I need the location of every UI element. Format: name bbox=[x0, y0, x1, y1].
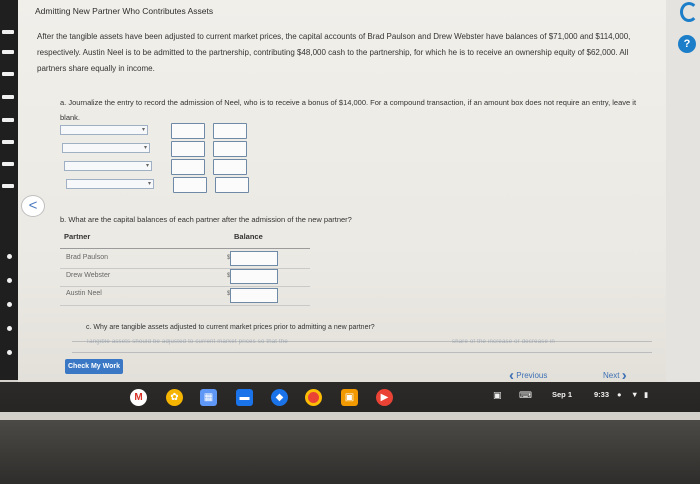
chevron-down-icon: ▾ bbox=[143, 145, 147, 151]
credit-input[interactable] bbox=[213, 141, 247, 157]
back-button[interactable]: < bbox=[21, 195, 45, 217]
part-c-prompt: c. Why are tangible assets adjusted to c… bbox=[86, 324, 375, 331]
account-select[interactable]: ▾ bbox=[66, 179, 154, 189]
chevron-down-icon: ▾ bbox=[145, 163, 149, 169]
taskbar: M ✿ ▦ ▬ ◆ ▣ ▶ ▣ ⌨ Sep 1 9:33 ● ▼ ▮ bbox=[0, 382, 700, 412]
account-select[interactable]: ▾ bbox=[64, 161, 152, 171]
answer-text-left: Tangible assets should be adjusted to cu… bbox=[86, 339, 288, 345]
row-divider bbox=[60, 305, 310, 306]
strip-tick bbox=[2, 140, 14, 144]
page-title: Admitting New Partner Who Contributes As… bbox=[35, 6, 214, 16]
journal-row: ▾ bbox=[60, 159, 260, 175]
part-b-prompt: b. What are the capital balances of each… bbox=[60, 215, 352, 224]
balance-input-drew-webster[interactable] bbox=[230, 269, 278, 284]
strip-tick bbox=[2, 95, 14, 99]
progress-ring-icon bbox=[680, 2, 698, 22]
location-icon[interactable]: ◆ bbox=[271, 389, 288, 406]
credit-input[interactable] bbox=[213, 159, 247, 175]
row-label-brad-paulson: Brad Paulson bbox=[66, 254, 109, 261]
debit-input[interactable] bbox=[171, 159, 205, 175]
debit-input[interactable] bbox=[171, 123, 205, 139]
camera-icon[interactable]: ▣ bbox=[341, 389, 358, 406]
gmail-icon[interactable]: M bbox=[130, 389, 147, 406]
journal-row: ▾ bbox=[60, 177, 260, 193]
strip-tick bbox=[2, 118, 14, 122]
chevron-down-icon: ▾ bbox=[147, 181, 151, 187]
balance-input-austin-neel[interactable] bbox=[230, 288, 278, 303]
account-select[interactable]: ▾ bbox=[60, 125, 148, 135]
strip-dot bbox=[7, 350, 12, 355]
left-side-strip bbox=[0, 0, 18, 380]
journal-row: ▾ bbox=[60, 123, 260, 139]
desk-background bbox=[0, 420, 700, 484]
right-side-strip bbox=[666, 0, 700, 382]
strip-tick bbox=[2, 184, 14, 188]
strip-tick bbox=[2, 162, 14, 166]
notification-icon: ● bbox=[617, 390, 622, 399]
strip-dot bbox=[7, 278, 12, 283]
youtube-icon[interactable]: ▶ bbox=[376, 389, 393, 406]
strip-tick bbox=[2, 30, 14, 34]
debit-input[interactable] bbox=[171, 141, 205, 157]
problem-statement: After the tangible assets have been adju… bbox=[37, 32, 631, 73]
strip-dot bbox=[7, 254, 12, 259]
screen-capture-icon[interactable]: ▣ bbox=[493, 390, 502, 401]
previous-label: Previous bbox=[516, 371, 548, 381]
row-divider bbox=[60, 286, 310, 287]
wifi-icon: ▼ bbox=[631, 390, 639, 399]
answer-select[interactable]: Tangible assets should be adjusted to cu… bbox=[72, 339, 652, 353]
column-header-partner: Partner bbox=[64, 232, 91, 241]
strip-dot bbox=[7, 326, 12, 331]
credit-input[interactable] bbox=[215, 177, 249, 193]
chevron-down-icon: ▾ bbox=[141, 127, 145, 133]
part-a-prompt: a. Journalize the entry to record the ad… bbox=[60, 98, 637, 122]
next-label: Next bbox=[603, 371, 620, 381]
row-label-austin-neel: Austin Neel bbox=[66, 290, 102, 297]
account-select[interactable]: ▾ bbox=[62, 143, 150, 153]
files-icon[interactable]: ▬ bbox=[236, 389, 253, 406]
strip-tick bbox=[2, 50, 14, 54]
tray-time[interactable]: 9:33 bbox=[594, 390, 609, 399]
tray-date[interactable]: Sep 1 bbox=[552, 390, 572, 399]
strip-tick bbox=[2, 72, 14, 76]
keyboard-icon[interactable]: ⌨ bbox=[519, 390, 532, 401]
column-header-balance: Balance bbox=[234, 232, 263, 241]
header-divider bbox=[60, 248, 310, 249]
strip-dot bbox=[7, 302, 12, 307]
credit-input[interactable] bbox=[213, 123, 247, 139]
answer-text-right: share of the increase or decrease in bbox=[452, 339, 555, 345]
check-my-work-button[interactable]: Check My Work bbox=[65, 359, 123, 374]
row-label-drew-webster: Drew Webster bbox=[66, 272, 111, 279]
balance-input-brad-paulson[interactable] bbox=[230, 251, 278, 266]
battery-icon: ▮ bbox=[644, 390, 649, 399]
debit-input[interactable] bbox=[173, 177, 207, 193]
help-button[interactable]: ? bbox=[678, 35, 696, 53]
chrome-icon[interactable] bbox=[305, 389, 322, 406]
classroom-icon[interactable]: ▦ bbox=[200, 389, 217, 406]
photos-icon[interactable]: ✿ bbox=[166, 389, 183, 406]
question-panel: Admitting New Partner Who Contributes As… bbox=[18, 0, 666, 384]
journal-row: ▾ bbox=[60, 141, 260, 157]
